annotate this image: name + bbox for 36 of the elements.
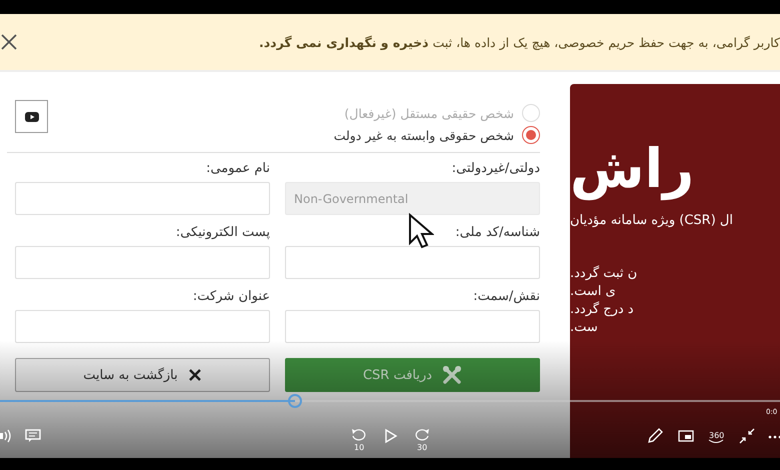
field-label: شناسه/کد ملی:: [454, 225, 540, 240]
field-label: دولتی/غیردولتی:: [450, 161, 540, 176]
play-icon: [24, 112, 38, 122]
input-field[interactable]: [15, 182, 270, 215]
collapse-icon[interactable]: [739, 428, 755, 444]
info-line: ن ثبت گردد.: [570, 266, 638, 281]
tools-icon: [442, 365, 462, 385]
field-label: نقش/سمت:: [472, 289, 540, 304]
picture-in-picture-icon[interactable]: [678, 428, 694, 444]
input-field[interactable]: [285, 246, 540, 279]
close-icon[interactable]: [0, 33, 18, 51]
field-label: پست الکترونیکی:: [174, 225, 270, 240]
back-button[interactable]: بازگشت به سایت: [15, 358, 270, 392]
field-label: نام عمومی:: [205, 161, 270, 176]
progress-track[interactable]: [0, 394, 780, 408]
video-button[interactable]: [15, 100, 48, 133]
input-field[interactable]: [15, 246, 270, 279]
captions-icon[interactable]: [25, 428, 41, 444]
volume-icon[interactable]: [0, 428, 12, 444]
pencil-icon[interactable]: [647, 428, 663, 444]
close-icon: [188, 368, 202, 382]
info-line: ست.: [570, 320, 598, 335]
progress-handle[interactable]: [288, 394, 302, 408]
subtitle: ال (CSR) ویژه سامانه مؤدیان: [570, 213, 733, 228]
input-field[interactable]: [15, 310, 270, 343]
radio-option[interactable]: شخص حقوقی وابسته به غیر دولت: [334, 126, 540, 144]
info-line: ی است.: [570, 284, 616, 299]
play-icon[interactable]: [383, 428, 399, 444]
cursor-icon: [408, 213, 434, 249]
logo: راش: [570, 136, 694, 202]
input-field[interactable]: Non-Governmental: [285, 182, 540, 215]
info-line: د درج گردد.: [570, 302, 634, 317]
get-csr-button[interactable]: دریافت CSR: [285, 358, 540, 392]
privacy-notice: کاربر گرامی، به جهت حفظ حریم خصوصی، هیچ یک از داده ها، ثبت ذخیره و نگهداری نمی گردد.: [259, 34, 780, 50]
field-label: عنوان شرکت:: [192, 289, 270, 304]
input-field[interactable]: [285, 310, 540, 343]
